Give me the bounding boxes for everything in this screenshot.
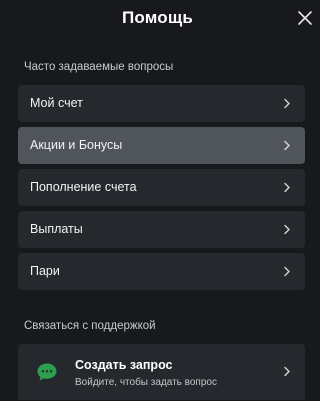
faq-item-label: Мой счет bbox=[30, 96, 83, 110]
chevron-right-icon bbox=[284, 98, 290, 109]
faq-item-my-account[interactable]: Мой счет bbox=[18, 85, 305, 122]
chevron-right-icon bbox=[284, 266, 290, 277]
faq-section-title: Часто задаваемые вопросы bbox=[24, 61, 174, 73]
create-request-title: Создать запрос bbox=[75, 358, 173, 372]
modal-header: Помощь bbox=[0, 0, 315, 38]
support-section-title: Связаться с поддержкой bbox=[24, 320, 156, 332]
chevron-right-icon bbox=[284, 182, 290, 193]
faq-item-payouts[interactable]: Выплаты bbox=[18, 211, 305, 248]
faq-item-label: Выплаты bbox=[30, 222, 83, 236]
faq-item-deposit[interactable]: Пополнение счета bbox=[18, 169, 305, 206]
create-request-subtitle: Войдите, чтобы задать вопрос bbox=[75, 377, 217, 388]
faq-item-label: Пополнение счета bbox=[30, 180, 137, 194]
chat-bubble-icon bbox=[37, 363, 57, 381]
faq-item-bets[interactable]: Пари bbox=[18, 253, 305, 290]
close-icon bbox=[298, 11, 312, 25]
page-title: Помощь bbox=[121, 8, 194, 27]
faq-item-promotions-bonuses[interactable]: Акции и Бонусы bbox=[18, 127, 305, 164]
faq-item-label: Акции и Бонусы bbox=[30, 138, 123, 152]
chevron-right-icon bbox=[284, 140, 290, 151]
create-request-button[interactable]: Создать запрос Войдите, чтобы задать воп… bbox=[18, 344, 305, 400]
chevron-right-icon bbox=[284, 366, 290, 377]
faq-item-label: Пари bbox=[30, 264, 60, 278]
chevron-right-icon bbox=[284, 224, 290, 235]
close-button[interactable] bbox=[296, 9, 314, 27]
